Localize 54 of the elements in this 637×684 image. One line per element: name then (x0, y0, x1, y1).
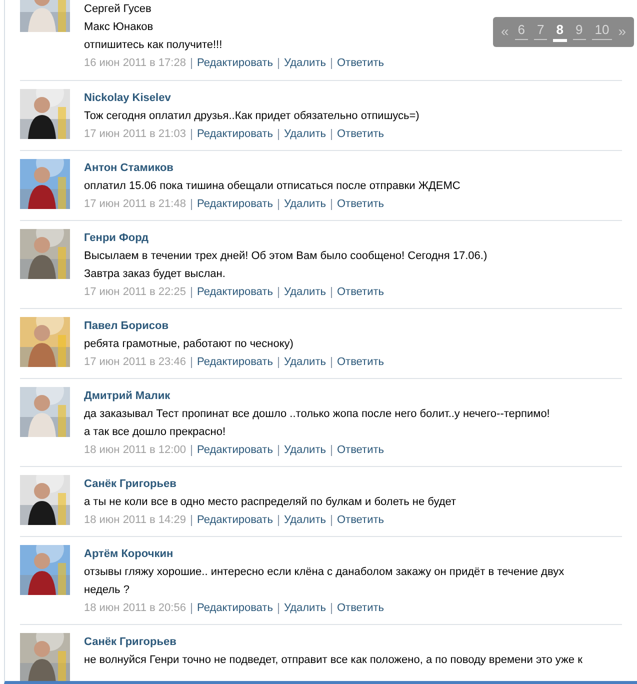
comment-date: 18 июн 2011 в 20:56 (84, 601, 186, 616)
comment-text: не волнуйся Генри точно не подведет, отправит все как положено, а по поводу времени это уже к (84, 653, 582, 668)
action-link[interactable]: Удалить (284, 125, 326, 143)
action-link[interactable]: Ответить (336, 599, 384, 617)
comment-date: 17 июн 2011 в 22:25 (84, 285, 186, 300)
action-link[interactable]: Ответить (336, 283, 384, 301)
comment-text: Макс Юнаков (84, 20, 154, 35)
author-name[interactable]: Nickolay Kiselev (84, 89, 420, 107)
action-link[interactable]: Удалить (284, 54, 326, 72)
comment-date: 17 июн 2011 в 21:03 (84, 127, 186, 142)
author-name[interactable]: Павел Борисов (84, 317, 384, 335)
action-link[interactable]: Удалить (284, 195, 326, 213)
author-name[interactable]: Санёк Григорьев (84, 475, 456, 493)
comment-date: 16 июн 2011 в 17:28 (84, 56, 186, 71)
action-link[interactable]: Ответить (336, 125, 384, 143)
action-link[interactable]: Редактировать (196, 283, 273, 301)
comment-text: оплатил 15.06 пока тишина обещали отписаться после отправки ЖДЕМС (84, 179, 460, 194)
comment-date: 17 июн 2011 в 23:46 (84, 355, 186, 370)
action-link[interactable]: Удалить (284, 511, 326, 529)
action-link[interactable]: Редактировать (196, 195, 273, 213)
comment-text: а так все дошло прекрасно! (84, 425, 227, 440)
author-name[interactable]: Артём Корочкин (84, 545, 564, 563)
action-link[interactable]: Редактировать (196, 441, 273, 459)
action-link[interactable]: Удалить (284, 353, 326, 371)
action-link[interactable]: Ответить (336, 511, 384, 529)
comment-text: Сергей Гусев (84, 2, 152, 17)
action-link[interactable]: Удалить (284, 441, 326, 459)
comment-text: Высылаем в течении трех дней! Об этом Вам было сообщено! Сегодня 17.06.) (84, 249, 488, 264)
action-link[interactable]: Ответить (336, 54, 384, 72)
action-link[interactable]: Удалить (284, 599, 326, 617)
action-link[interactable]: Редактировать (196, 54, 273, 72)
author-name[interactable]: Дмитрий Малик (84, 387, 550, 405)
author-name[interactable]: Антон Стамиков (84, 159, 460, 177)
comment-text: отзывы гляжу хорошие.. интересно если клёна с данаболом закажу он придёт в течение двух (84, 565, 564, 580)
comment-date: 18 июн 2011 в 14:29 (84, 513, 186, 528)
comment-text: Завтра заказ будет выслан. (84, 267, 226, 282)
action-link[interactable]: Ответить (336, 441, 384, 459)
comment-text: а ты не коли все в одно место распределяй по булкам и болеть не будет (84, 495, 456, 510)
action-link[interactable]: Редактировать (196, 125, 273, 143)
comment-text: да заказывал Тест пропинат все дошло ..только жопа после него болит..у нечего--терпимо! (84, 407, 550, 422)
comment-date: 17 июн 2011 в 21:48 (84, 197, 186, 212)
action-link[interactable]: Удалить (284, 283, 326, 301)
action-link[interactable]: Редактировать (196, 511, 273, 529)
action-link[interactable]: Редактировать (196, 353, 273, 371)
comment-text: Тож сегодня оплатил друзья..Как придет обязательно отпишусь=) (84, 109, 420, 124)
author-name[interactable]: Санёк Григорьев (84, 633, 582, 651)
action-link[interactable]: Ответить (336, 353, 384, 371)
action-link[interactable]: Ответить (336, 195, 384, 213)
comment-text: ребята грамотные, работают по чесноку) (84, 337, 294, 352)
comment-date: 18 июн 2011 в 12:00 (84, 443, 186, 458)
action-link[interactable]: Редактировать (196, 599, 273, 617)
author-name[interactable]: Генри Форд (84, 229, 488, 247)
comment-text: недель ? (84, 583, 130, 598)
comment-text: отпишитесь как получите!!! (84, 38, 224, 53)
